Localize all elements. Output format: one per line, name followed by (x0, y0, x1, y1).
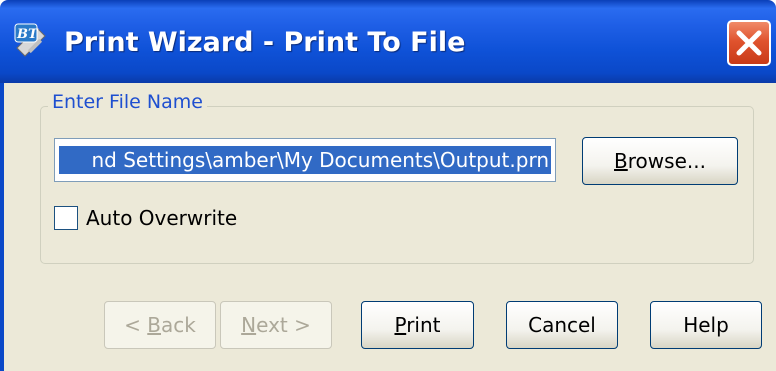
next-button[interactable]: Next > (220, 301, 332, 349)
group-title: Enter File Name (48, 91, 207, 113)
title-bar[interactable]: BT Print Wizard - Print To File (0, 0, 776, 83)
file-name-group (40, 106, 754, 264)
next-label: Next > (241, 313, 311, 337)
file-name-input[interactable]: nd Settings\amber\My Documents\Output.pr… (54, 138, 556, 182)
close-icon (736, 30, 762, 56)
bt-app-icon: BT (14, 23, 46, 57)
auto-overwrite-label[interactable]: Auto Overwrite (86, 204, 237, 232)
browse-button[interactable]: Browse... (582, 137, 738, 185)
help-label: Help (683, 313, 729, 337)
file-name-value: nd Settings\amber\My Documents\Output.pr… (91, 148, 550, 172)
back-label: < Back (124, 313, 196, 337)
cancel-label: Cancel (528, 313, 596, 337)
back-button[interactable]: < Back (104, 301, 216, 349)
cancel-button[interactable]: Cancel (506, 301, 618, 349)
help-button[interactable]: Help (650, 301, 762, 349)
dialog-body: Enter File Name nd Settings\amber\My Doc… (0, 83, 776, 371)
window-title: Print Wizard - Print To File (64, 27, 466, 58)
browse-label: Browse... (614, 149, 706, 173)
print-wizard-window: BT Print Wizard - Print To File Enter Fi… (0, 0, 776, 371)
print-label: Print (394, 313, 441, 337)
svg-text:BT: BT (16, 27, 39, 42)
auto-overwrite-checkbox[interactable] (54, 206, 78, 230)
print-button[interactable]: Print (361, 301, 474, 349)
close-button[interactable] (727, 20, 771, 66)
